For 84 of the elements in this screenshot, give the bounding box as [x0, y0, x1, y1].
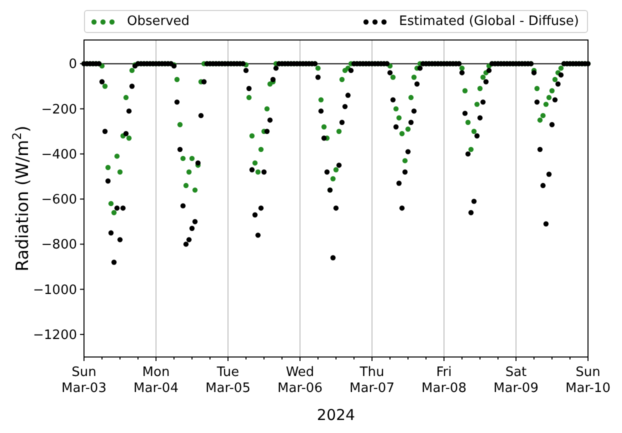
- x-tick-label: Sun Mar-03: [62, 365, 106, 396]
- data-point: [102, 128, 108, 134]
- data-point: [114, 154, 120, 159]
- data-point: [408, 120, 414, 125]
- data-point: [129, 84, 135, 89]
- data-point: [339, 120, 345, 125]
- data-point: [543, 221, 549, 226]
- data-point: [174, 76, 180, 82]
- data-point: [183, 182, 189, 188]
- data-point: [471, 198, 477, 204]
- y-tick-label: −600: [41, 192, 77, 208]
- x-tick-label: Sat Mar-09: [494, 365, 538, 396]
- legend-marker-icon: [91, 18, 115, 24]
- data-point: [402, 158, 408, 164]
- data-point: [396, 180, 402, 186]
- data-point: [333, 206, 339, 211]
- x-tick-label: Mon Mar-04: [134, 365, 178, 396]
- data-point: [549, 122, 555, 128]
- y-tick-label: 0: [68, 57, 77, 72]
- x-tick-label: Tue Mar-05: [206, 365, 250, 396]
- data-point: [267, 118, 273, 123]
- data-point: [180, 156, 186, 162]
- data-point: [534, 86, 540, 92]
- data-point: [537, 146, 543, 152]
- data-point: [318, 97, 324, 102]
- data-point: [177, 146, 183, 152]
- data-point: [345, 92, 351, 98]
- data-point: [321, 124, 327, 130]
- data-point: [405, 149, 411, 154]
- data-point: [264, 106, 270, 112]
- data-point: [192, 187, 198, 193]
- x-tick-label: Wed Mar-06: [278, 365, 322, 396]
- data-point: [462, 88, 468, 94]
- legend-label: Observed: [127, 12, 190, 31]
- data-point: [117, 237, 123, 242]
- y-tick-label: −800: [41, 238, 77, 253]
- data-point: [249, 133, 255, 138]
- y-tick-label: −1000: [33, 282, 77, 298]
- data-point: [534, 99, 540, 105]
- data-point: [393, 124, 399, 130]
- x-tick-label: Fri Mar-08: [422, 365, 466, 396]
- data-point: [396, 115, 402, 120]
- data-point: [198, 112, 204, 118]
- data-point: [477, 115, 483, 120]
- data-point: [126, 108, 132, 114]
- data-point: [117, 169, 123, 175]
- data-point: [255, 232, 261, 238]
- data-point: [111, 260, 117, 265]
- data-point: [174, 99, 180, 105]
- data-point: [342, 104, 348, 110]
- x-axis-label: 2024: [316, 406, 356, 424]
- legend-marker-icon: [363, 18, 388, 24]
- data-point: [315, 74, 321, 80]
- data-point: [105, 164, 111, 170]
- y-tick-label: −1200: [33, 328, 77, 343]
- y-tick-label: −400: [41, 147, 77, 162]
- data-point: [339, 76, 345, 82]
- legend-label: Estimated (Global - Diffuse): [399, 12, 579, 31]
- data-point: [390, 97, 396, 102]
- x-tick-label: Thu Mar-07: [350, 365, 394, 396]
- data-point: [258, 146, 264, 152]
- data-point: [180, 203, 186, 208]
- data-point: [336, 128, 342, 134]
- data-point: [108, 230, 114, 236]
- data-point: [393, 106, 399, 112]
- data-point: [411, 108, 417, 114]
- x-tick-label: Sun Mar-10: [566, 365, 610, 396]
- data-point: [330, 255, 336, 260]
- data-point: [468, 210, 474, 216]
- data-point: [399, 206, 405, 211]
- data-point: [402, 169, 408, 175]
- data-point: [105, 178, 111, 184]
- data-point: [540, 182, 546, 188]
- data-point: [123, 94, 129, 100]
- data-point: [186, 169, 192, 175]
- data-point: [462, 110, 468, 116]
- data-point: [246, 94, 252, 100]
- data-point: [246, 86, 252, 92]
- data-point: [465, 120, 471, 125]
- data-point: [546, 172, 552, 177]
- data-point: [177, 122, 183, 128]
- data-point: [408, 94, 414, 100]
- y-tick-label: −200: [41, 102, 77, 118]
- data-point: [318, 108, 324, 114]
